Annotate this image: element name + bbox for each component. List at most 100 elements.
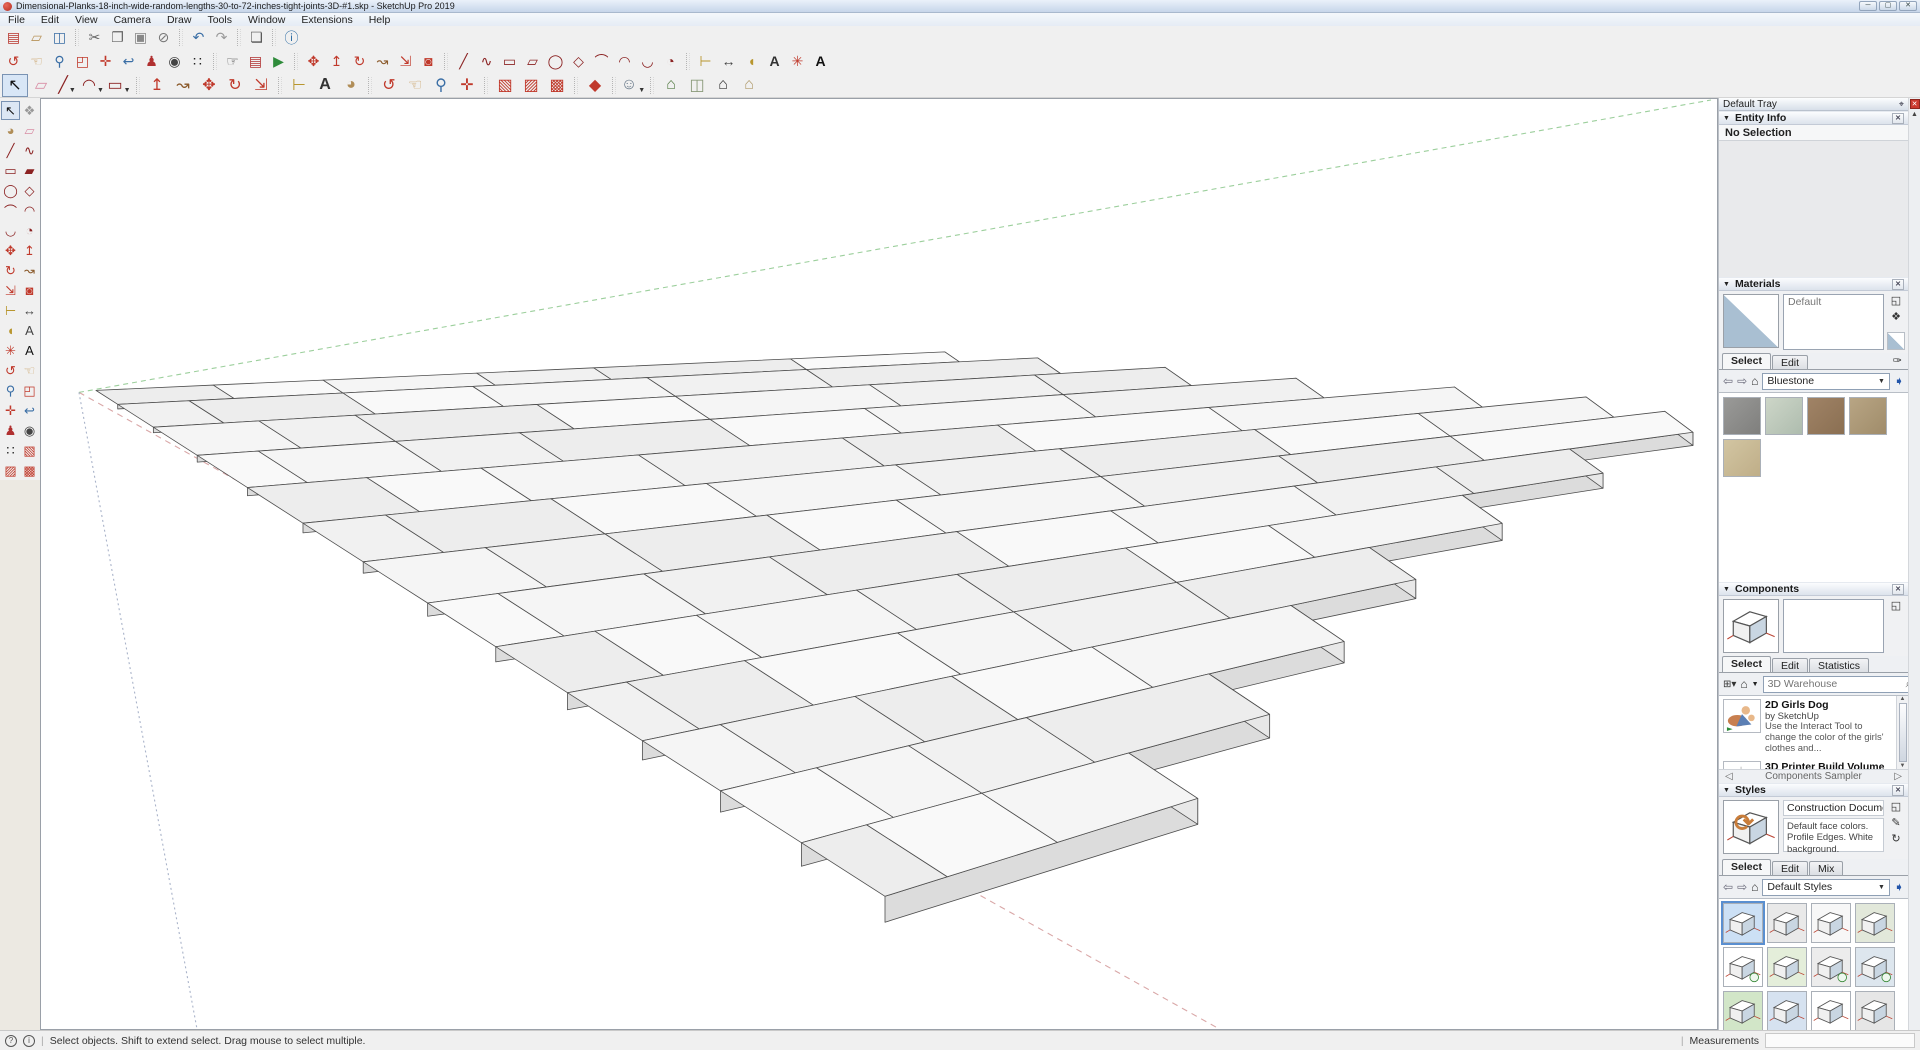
pan-button[interactable]: ☜ [25, 51, 48, 72]
zoom-window-button[interactable]: ◰ [71, 51, 94, 72]
material-thumbnail-bluestone-buff[interactable] [1723, 439, 1761, 477]
orbit-button[interactable]: ↺ [2, 51, 25, 72]
push-pull-button[interactable]: ↥ [325, 51, 348, 72]
zoom-extents-button[interactable]: ✛ [454, 74, 480, 97]
save-button[interactable]: ◫ [48, 27, 71, 48]
component-item[interactable]: 2D Girls Dogby SketchUpUse the Interact … [1719, 696, 1895, 758]
style-thumbnail-9[interactable] [1723, 991, 1763, 1030]
extension-warehouse-button[interactable]: ⌂ [736, 74, 762, 97]
pin-icon[interactable]: ⌖ [1899, 99, 1904, 110]
menu-view[interactable]: View [67, 13, 106, 26]
collapse-arrow-icon[interactable]: ▼ [1723, 281, 1730, 288]
rotated-rectangle-button[interactable]: ▰ [20, 161, 39, 180]
zoom-extents-button[interactable]: ✛ [94, 51, 117, 72]
scrollbar[interactable]: ▲▼ [1896, 696, 1908, 769]
polygon-button[interactable]: ◇ [567, 51, 590, 72]
info-status-icon[interactable]: i [23, 1035, 35, 1047]
zoom-previous-button[interactable]: ↩ [117, 51, 140, 72]
rotate-button[interactable]: ↻ [1, 261, 20, 280]
entity-info-header[interactable]: ▼ Entity Info ✕ [1719, 111, 1908, 125]
style-thumbnail-5[interactable] [1723, 947, 1763, 987]
erase-button[interactable]: ⊘ [152, 27, 175, 48]
component-item[interactable]: 3D Printer Build Volumeby SketchUp [1719, 758, 1895, 769]
warehouse-share-button[interactable]: ◆ [582, 74, 608, 97]
pan-button[interactable]: ☜ [402, 74, 428, 97]
update-style-icon[interactable]: ↻ [1891, 832, 1900, 845]
orbit-button[interactable]: ↺ [1, 361, 20, 380]
menu-edit[interactable]: Edit [33, 13, 67, 26]
maximize-button[interactable]: ▢ [1879, 1, 1897, 11]
paint-bucket-button[interactable]: ◕ [1, 121, 20, 140]
position-camera-button[interactable]: ♟ [140, 51, 163, 72]
style-thumbnail-6[interactable] [1767, 947, 1807, 987]
section-fill-button[interactable]: ▩ [544, 74, 570, 97]
three-point-arc-button[interactable]: ◡ [636, 51, 659, 72]
3d-text-button[interactable]: A [809, 51, 832, 72]
material-name-field[interactable]: Default [1783, 294, 1884, 350]
minimize-button[interactable]: ─ [1859, 1, 1877, 11]
style-thumbnail-7[interactable] [1811, 947, 1851, 987]
secondary-pane-icon[interactable]: ◱ [1891, 599, 1901, 612]
components-header[interactable]: ▼ Components ✕ [1719, 582, 1908, 596]
cut-button[interactable]: ✂ [83, 27, 106, 48]
open-button[interactable]: ▱ [25, 27, 48, 48]
close-icon[interactable]: ✕ [1892, 584, 1904, 595]
tray-title-bar[interactable]: Default Tray ⌖ [1719, 98, 1908, 111]
interact-button[interactable]: ☞ [221, 51, 244, 72]
collapse-arrow-icon[interactable]: ▼ [1723, 586, 1730, 593]
style-thumbnail-4[interactable] [1855, 903, 1895, 943]
home-icon[interactable]: ⌂ [1751, 374, 1758, 388]
close-icon[interactable]: ✕ [1892, 279, 1904, 290]
styles-header[interactable]: ▼ Styles ✕ [1719, 783, 1908, 797]
look-around-button[interactable]: ◉ [20, 421, 39, 440]
dimension-button[interactable]: ↔ [717, 51, 740, 72]
model-info-button[interactable]: ⓘ [280, 27, 303, 48]
copy-button[interactable]: ❐ [106, 27, 129, 48]
material-thumbnail-bluestone-grey[interactable] [1723, 397, 1761, 435]
section-display-button[interactable]: ▨ [518, 74, 544, 97]
tape-measure-button[interactable]: ⊢ [694, 51, 717, 72]
pie-button[interactable]: ◔ [20, 221, 39, 240]
zoom-button[interactable]: ⚲ [428, 74, 454, 97]
home-icon[interactable]: ⌂ [1751, 880, 1758, 894]
menu-file[interactable]: File [0, 13, 33, 26]
tab-edit[interactable]: Edit [1772, 861, 1808, 875]
axes-button[interactable]: ✳ [786, 51, 809, 72]
circle-button[interactable]: ◯ [1, 181, 20, 200]
move-button[interactable]: ✥ [1, 241, 20, 260]
component-attributes-button[interactable]: ▶ [267, 51, 290, 72]
style-thumbnail-2[interactable] [1767, 903, 1807, 943]
pan-button[interactable]: ☜ [20, 361, 39, 380]
paste-button[interactable]: ▣ [129, 27, 152, 48]
styles-collection-dropdown[interactable]: Default Styles ▼ [1762, 879, 1890, 896]
new-button[interactable]: ▤ [2, 27, 25, 48]
next-page-icon[interactable]: ▷ [1894, 771, 1902, 782]
make-component-button[interactable]: ❖ [20, 101, 39, 120]
select-button[interactable]: ↖ [2, 74, 28, 97]
dimension-button[interactable]: ↔ [20, 301, 39, 320]
tab-edit[interactable]: Edit [1772, 355, 1808, 369]
tab-select[interactable]: Select [1722, 859, 1771, 875]
tab-select[interactable]: Select [1722, 656, 1771, 672]
scale-button[interactable]: ⇲ [248, 74, 274, 97]
move-button[interactable]: ✥ [302, 51, 325, 72]
undo-button[interactable]: ↶ [187, 27, 210, 48]
two-point-arc-button[interactable]: ◠ [613, 51, 636, 72]
details-arrow-icon[interactable]: ➧ [1894, 374, 1904, 388]
offset-button[interactable]: ◙ [20, 281, 39, 300]
forward-arrow-icon[interactable]: ⇨ [1737, 880, 1747, 894]
section-plane-button[interactable]: ▧ [492, 74, 518, 97]
tape-measure-button[interactable]: ⊢ [286, 74, 312, 97]
close-button[interactable]: ✕ [1899, 1, 1917, 11]
offset-button[interactable]: ◙ [417, 51, 440, 72]
create-material-button[interactable]: ❖ [1891, 310, 1901, 323]
position-camera-button[interactable]: ♟ [1, 421, 20, 440]
move-button[interactable]: ✥ [196, 74, 222, 97]
materials-collection-dropdown[interactable]: Bluestone ▼ [1762, 373, 1890, 390]
zoom-previous-button[interactable]: ↩ [20, 401, 39, 420]
tab-mix[interactable]: Mix [1809, 861, 1843, 875]
menu-window[interactable]: Window [240, 13, 293, 26]
edit-style-icon[interactable]: ✎ [1891, 816, 1900, 829]
back-arrow-icon[interactable]: ⇦ [1723, 374, 1733, 388]
follow-me-button[interactable]: ↝ [170, 74, 196, 97]
